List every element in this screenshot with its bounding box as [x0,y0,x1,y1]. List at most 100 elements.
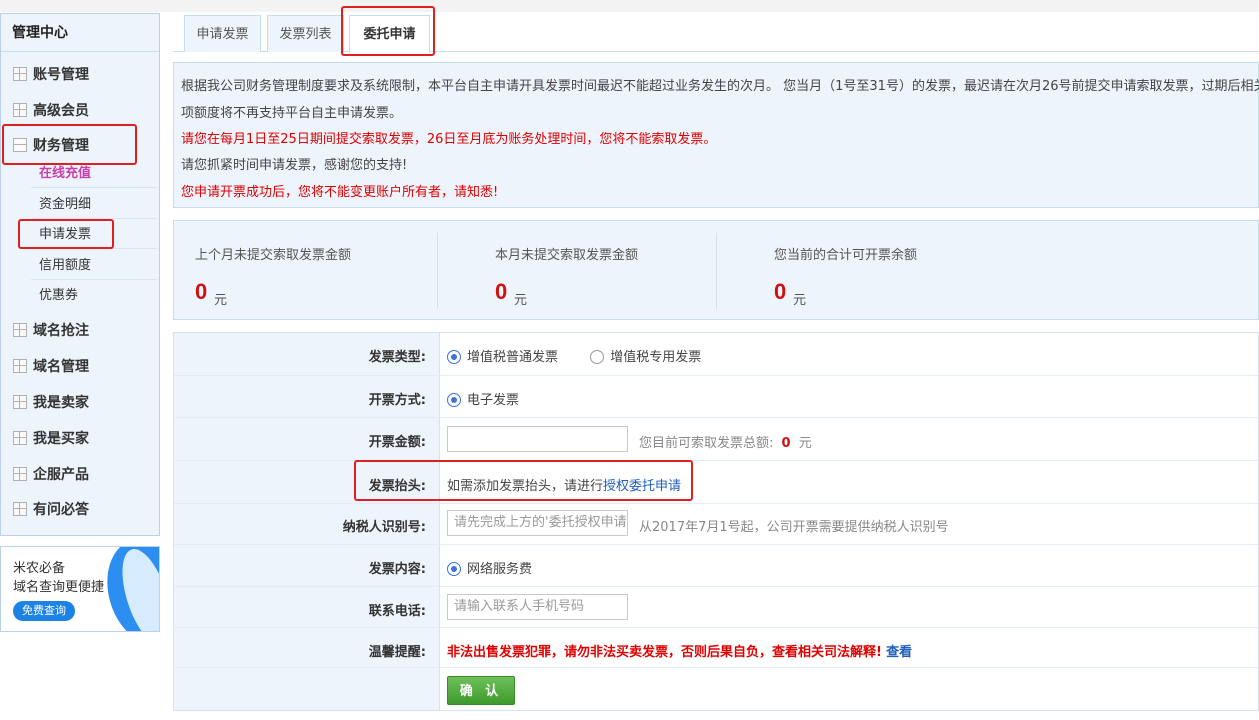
amount-total: 0 [781,436,791,451]
sidebar-item-domain-manage[interactable]: 域名管理 [13,352,89,382]
header-label: 发票抬头: [368,479,426,494]
stat-unit: 元 [514,293,528,308]
tab-delegate-apply[interactable]: 委托申请 [349,15,430,53]
amount-unit: 元 [798,436,812,451]
radio-label: 电子发票 [467,393,520,408]
divider [716,233,717,309]
phone-label: 联系电话: [368,604,426,619]
expand-plus-icon [13,323,27,337]
notice-text: 根据我公司财务管理制度要求及系统限制，本平台自主申请开具发票时间最迟不能超过业务… [181,79,1259,94]
radio-normal-invoice[interactable] [447,350,461,364]
sidebar-item-label: 域名抢注 [33,323,89,339]
promo-subtitle: 域名查询更便捷 [13,580,105,595]
sidebar-item-account[interactable]: 账号管理 [13,60,89,90]
expand-plus-icon [13,431,27,445]
sidebar-title: 管理中心 [1,14,159,52]
form-row-tip: 温馨提醒: 非法出售发票犯罪，请勿非法买卖发票，否则后果自负，查看相关司法解释!… [174,628,1258,668]
amount-hint-text: 您目前可索取发票总额: [639,436,774,451]
expand-plus-icon [13,103,27,117]
sidebar-item-label: 我是买家 [33,431,89,447]
stat-value: 0 [195,279,208,304]
method-options: 电子发票 [447,389,519,408]
divider [31,187,157,188]
sidebar-sub-recharge[interactable]: 在线充值 [39,160,91,188]
expand-plus-icon [13,67,27,81]
radio-label: 增值税普通发票 [467,350,559,365]
sidebar-item-label: 企服产品 [33,467,89,483]
invoice-type-label: 发票类型: [368,350,426,365]
notice-text: 请您抓紧时间申请发票，感谢您的支持! [181,158,408,173]
form-row-content: 发票内容: 网络服务费 [174,545,1258,587]
stat-unit: 元 [793,293,807,308]
notice-text: 项额度将不再支持平台自主申请发票。 [181,106,403,121]
amount-label: 开票金额: [368,435,426,450]
authorize-delegate-link[interactable]: 授权委托申请 [603,479,681,494]
phone-input[interactable]: 请输入联系人手机号码 [447,594,628,620]
stat-label: 上个月未提交索取发票金额 [195,248,352,263]
sidebar-sub-invoice[interactable]: 申请发票 [39,221,91,249]
sidebar-item-finance[interactable]: 财务管理 [13,131,89,161]
stat-label: 本月未提交索取发票金额 [495,248,639,263]
stat-label: 您当前的合计可开票余额 [774,248,918,263]
form-row-header: 发票抬头: 如需添加发票抬头，请进行授权委托申请 [174,461,1258,504]
sidebar-item-vip[interactable]: 高级会员 [13,96,89,126]
sidebar-item-buyer[interactable]: 我是买家 [13,424,89,454]
confirm-button[interactable]: 确 认 [447,676,515,705]
amount-input[interactable] [447,426,628,452]
stat-value: 0 [774,279,787,304]
stats-panel: 上个月未提交索取发票金额 0 元 本月未提交索取发票金额 0 元 您当前的合计可… [173,220,1259,320]
header-value: 如需添加发票抬头，请进行授权委托申请 [447,475,681,494]
expand-plus-icon [13,395,27,409]
notice-warning: 您申请开票成功后，您将不能变更账户所有者，请知悉! [181,185,499,200]
form-row-amount: 开票金额: 您目前可索取发票总额: 0 元 [174,418,1258,461]
radio-special-invoice[interactable] [590,350,605,364]
divider [31,248,157,249]
tip-label: 温馨提醒: [368,645,426,660]
radio-label: 网络服务费 [467,562,533,577]
invoice-form: 发票类型: 增值税普通发票 增值税专用发票 开票方式: 电子发票 开票金额: 您… [173,332,1259,711]
method-label: 开票方式: [368,393,426,408]
expand-plus-icon [13,502,27,516]
expand-plus-icon [13,359,27,373]
sidebar-item-label: 账号管理 [33,67,89,83]
form-row-phone: 联系电话: 请输入联系人手机号码 [174,587,1258,628]
radio-network-service[interactable] [447,562,461,576]
sidebar-item-label: 有问必答 [33,502,89,518]
radio-electronic-invoice[interactable] [447,393,461,407]
stat-value: 0 [495,279,508,304]
tab-invoice-list[interactable]: 发票列表 [267,15,344,52]
sidebar-item-label: 高级会员 [33,103,89,119]
sidebar-item-seller[interactable]: 我是卖家 [13,388,89,418]
sidebar-sub-coupon[interactable]: 优惠券 [39,282,78,310]
sidebar-item-domain-snap[interactable]: 域名抢注 [13,316,89,346]
top-strip [0,0,1259,12]
notice-warning: 请您在每月1日至25日期间提交索取发票，26日至月底为账务处理时间，您将不能索取… [181,132,717,147]
divider [31,218,157,219]
content-options: 网络服务费 [447,558,532,577]
taxid-input[interactable]: 请先完成上方的'委托授权申请' [447,510,628,536]
view-link[interactable]: 查看 [886,645,912,660]
sidebar-sub-credit[interactable]: 信用额度 [39,252,91,280]
amount-hint: 您目前可索取发票总额: 0 元 [639,432,812,451]
expand-plus-icon [13,467,27,481]
free-query-button[interactable]: 免费查询 [13,601,75,621]
form-row-invoice-type: 发票类型: 增值税普通发票 增值税专用发票 [174,333,1258,376]
form-row-taxid: 纳税人识别号: 请先完成上方的'委托授权申请' 从2017年7月1号起，公司开票… [174,504,1258,545]
sidebar-item-label: 域名管理 [33,359,89,375]
tip-warning: 非法出售发票犯罪，请勿非法买卖发票，否则后果自负，查看相关司法解释! [447,645,882,660]
taxid-label: 纳税人识别号: [342,520,426,535]
promo-banner[interactable]: 米农必备 域名查询更便捷 免费查询 [0,546,160,632]
form-row-method: 开票方式: 电子发票 [174,376,1258,418]
header-text: 如需添加发票抬头，请进行 [447,479,604,494]
invoice-type-options: 增值税普通发票 增值税专用发票 [447,346,701,365]
notice-panel: 根据我公司财务管理制度要求及系统限制，本平台自主申请开具发票时间最迟不能超过业务… [173,62,1259,208]
sidebar-item-qa[interactable]: 有问必答 [13,495,89,525]
sidebar-sub-funds[interactable]: 资金明细 [39,191,91,219]
sidebar-item-label: 财务管理 [33,138,89,154]
tab-apply-invoice[interactable]: 申请发票 [184,15,261,52]
promo-title: 米农必备 [13,561,66,576]
sidebar-item-enterprise[interactable]: 企服产品 [13,460,89,490]
divider [437,233,438,309]
taxid-hint: 从2017年7月1号起，公司开票需要提供纳税人识别号 [639,520,949,535]
sidebar: 管理中心 账号管理 高级会员 财务管理 在线充值 资金明细 申请发票 信用额度 … [0,13,160,536]
